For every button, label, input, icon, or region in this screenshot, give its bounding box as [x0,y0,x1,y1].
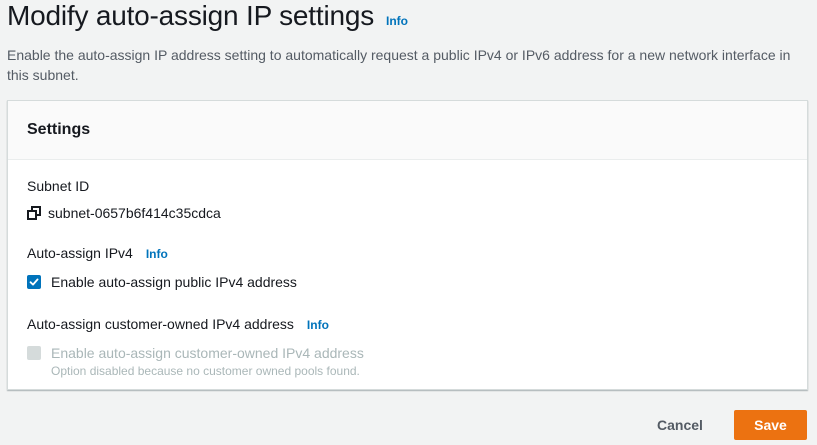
customer-owned-info-link[interactable]: Info [307,316,329,334]
auto-assign-ipv4-label-row: Auto-assign IPv4 Info [27,244,788,263]
customer-owned-checkbox [27,346,41,360]
page-description: Enable the auto-assign IP address settin… [7,47,791,83]
settings-panel-header: Settings [8,101,807,160]
subnet-id-value: subnet-0657b6f414c35cdca [48,205,221,221]
settings-panel-body: Subnet ID subnet-0657b6f414c35cdca Auto-… [8,160,807,379]
modify-auto-assign-ip-page: Modify auto-assign IP settings Info Enab… [0,0,817,445]
ipv4-checkbox-row[interactable]: Enable auto-assign public IPv4 address [27,272,788,292]
customer-owned-label-row: Auto-assign customer-owned IPv4 address … [27,315,788,334]
subnet-id-field: Subnet ID subnet-0657b6f414c35cdca [27,177,788,223]
auto-assign-ipv4-label: Auto-assign IPv4 [27,245,133,261]
ipv4-info-link[interactable]: Info [146,245,168,263]
customer-owned-checkbox-label: Enable auto-assign customer-owned IPv4 a… [51,345,364,361]
ipv4-checkbox[interactable] [27,275,41,289]
customer-owned-label: Auto-assign customer-owned IPv4 address [27,316,294,332]
header-info-link[interactable]: Info [386,14,408,28]
auto-assign-ipv4-field: Auto-assign IPv4 Info Enable auto-assign… [27,244,788,292]
subnet-id-row: subnet-0657b6f414c35cdca [27,203,788,223]
checkmark-icon [29,278,39,286]
settings-panel: Settings Subnet ID subnet-0657b6f414c35c… [7,100,808,390]
page-header: Modify auto-assign IP settings Info Enab… [7,0,812,85]
page-title: Modify auto-assign IP settings [7,0,375,31]
title-row: Modify auto-assign IP settings Info [7,0,812,34]
ipv4-checkbox-label[interactable]: Enable auto-assign public IPv4 address [51,272,297,292]
subnet-id-label: Subnet ID [27,178,90,194]
customer-owned-ipv4-field: Auto-assign customer-owned IPv4 address … [27,315,788,379]
settings-title: Settings [27,121,91,138]
save-button[interactable]: Save [734,410,807,440]
customer-owned-checkbox-row: Enable auto-assign customer-owned IPv4 a… [27,343,788,363]
cancel-button[interactable]: Cancel [640,410,720,440]
customer-owned-hint: Option disabled because no customer owne… [51,364,360,378]
copy-icon[interactable] [27,206,41,220]
